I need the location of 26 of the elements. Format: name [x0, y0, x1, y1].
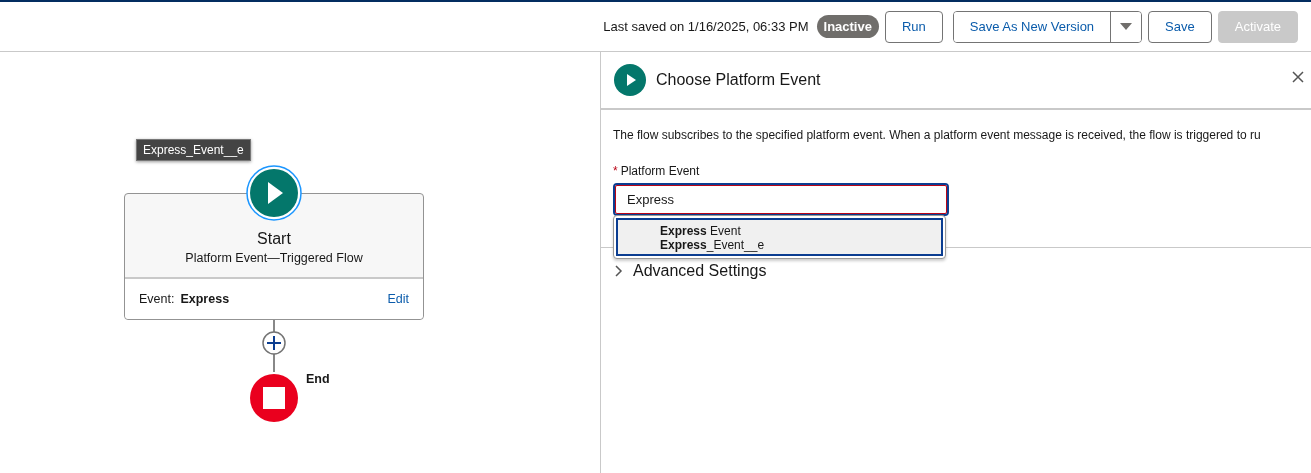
stop-icon[interactable] [250, 374, 298, 422]
description-text: The flow subscribes to the specified platform event. When a platform event message is received, the flow is triggered to ru [612, 127, 1262, 142]
start-card[interactable]: Start Platform Event—Triggered Flow Event: Express Edit [124, 193, 424, 320]
edit-link[interactable]: Edit [387, 292, 409, 306]
search-field[interactable]: Express [613, 183, 949, 216]
status-badge: Inactive [816, 15, 879, 38]
event-value: Express [180, 292, 231, 306]
close-icon[interactable] [1292, 71, 1304, 83]
end-label: End [306, 372, 330, 386]
header-button[interactable]: Save [1148, 10, 1212, 43]
caret-icon [1120, 22, 1133, 31]
node-title: Start [257, 230, 291, 248]
dropdown-option[interactable]: Express Event Express_Event__e [616, 218, 943, 256]
save-as-new-version-button[interactable]: Save As New Version [953, 11, 1112, 42]
header-button[interactable]: Run [884, 10, 943, 43]
tooltip: Express_Event__e [136, 139, 251, 161]
panel-title: Choose Platform Event [656, 71, 821, 89]
event-label: Event: [139, 292, 175, 306]
add-icon[interactable] [262, 331, 286, 355]
field-label: Platform Event [620, 164, 700, 178]
section-label: Advanced Settings [633, 262, 767, 280]
required-mark: * [613, 164, 618, 178]
node-subtitle: Platform Event—Triggered Flow [185, 251, 363, 265]
play-icon [614, 64, 646, 96]
play-icon[interactable] [246, 165, 302, 221]
last-saved-text: Last saved on 1/16/2025, 06:33 PM [603, 19, 809, 34]
